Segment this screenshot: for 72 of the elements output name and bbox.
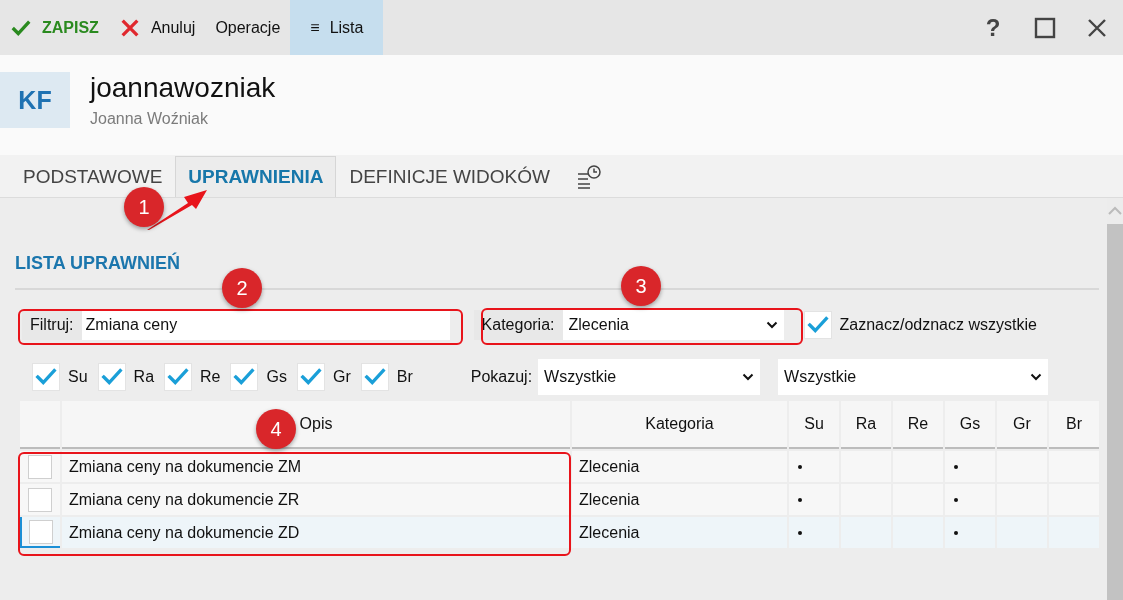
category-label: Kategoria: [473, 310, 563, 340]
column-header[interactable]: Re [893, 401, 943, 449]
full-name: Joanna Woźniak [90, 110, 209, 128]
checkbox-label: Gs [266, 368, 287, 386]
chevron-icon [765, 321, 778, 329]
tab[interactable]: UPRAWNIENIA [175, 156, 337, 197]
filter-label: Filtruj: [22, 310, 82, 340]
row-checkbox[interactable] [28, 454, 52, 479]
checkbox-label: Ra [133, 368, 155, 386]
list-button[interactable]: ≡ Lista [290, 0, 384, 55]
checkbox-label: Br [396, 368, 413, 386]
menu-icon: ≡ [310, 18, 320, 37]
save-button[interactable]: ZAPISZ [0, 0, 109, 55]
checkmark-icon [806, 314, 829, 336]
checkbox[interactable] [360, 363, 389, 391]
scrollbar-thumb[interactable] [1107, 224, 1123, 600]
scroll-up-icon[interactable] [1108, 206, 1122, 216]
operations-button[interactable]: Operacje [205, 0, 291, 55]
show-select[interactable]: Wszystkie [778, 359, 1049, 395]
avatar-initials: KF [0, 72, 70, 128]
category-select[interactable]: Zlecenia [562, 310, 784, 340]
username: joannawozniak [90, 72, 276, 104]
row-checkbox[interactable] [29, 519, 53, 544]
checkbox-label: Su [68, 368, 88, 386]
help-button[interactable]: ? [967, 0, 1019, 55]
checkbox[interactable] [32, 363, 60, 391]
filter-field[interactable]: Zmiana ceny [81, 310, 450, 340]
checkbox[interactable] [296, 363, 325, 391]
header-cell [20, 401, 60, 449]
checkbox[interactable] [97, 363, 126, 391]
table-cell: Zlecenia [572, 451, 787, 482]
table-cell: Zmiana ceny na dokumencie ZM [62, 451, 570, 482]
permission-dot [798, 464, 802, 469]
column-header[interactable]: Gr [997, 401, 1047, 449]
column-header[interactable]: Br [1049, 401, 1099, 449]
history-icon [576, 164, 602, 190]
table-cell: Zmiana ceny na dokumencie ZR [62, 484, 570, 515]
select-all-checkbox[interactable] [803, 311, 832, 339]
permission-dot [954, 464, 958, 469]
tab[interactable]: DEFINICJE WIDOKÓW [336, 156, 563, 197]
chevron-icon [742, 373, 755, 381]
permission-dot [798, 497, 802, 502]
cancel-button[interactable]: Anuluj [108, 0, 206, 55]
table-cell: Zmiana ceny na dokumencie ZD [62, 517, 570, 548]
checkbox[interactable] [164, 363, 193, 391]
checkmark-icon [299, 366, 322, 388]
show-label: Pokazuj: [470, 368, 533, 386]
checkmark-icon [100, 366, 123, 388]
table-cell: Zlecenia [572, 517, 787, 548]
checkbox-label: Gr [332, 368, 351, 386]
checkmark-icon [35, 366, 57, 388]
checkmark-icon [167, 366, 190, 388]
checkbox-label: Re [200, 368, 221, 386]
close-icon [1086, 16, 1108, 39]
callout-badge: 2 [222, 268, 262, 308]
row-checkbox[interactable] [28, 487, 52, 512]
column-header[interactable]: Kategoria [572, 401, 787, 449]
show-select[interactable]: Wszystkie [538, 359, 761, 395]
checkmark-icon [363, 366, 386, 388]
column-header[interactable]: Ra [841, 401, 891, 449]
callout-badge: 3 [621, 266, 661, 306]
checkbox-label: Zaznacz/odznacz wszystkie [839, 316, 1037, 334]
column-header[interactable]: Su [789, 401, 839, 449]
checkmark-icon [233, 366, 256, 388]
column-header[interactable]: Gs [945, 401, 995, 449]
permission-dot [798, 530, 802, 535]
permission-dot [954, 497, 958, 502]
maximize-icon [1034, 16, 1056, 39]
table-cell: Zlecenia [572, 484, 787, 515]
checkbox[interactable] [230, 363, 259, 391]
permission-dot [954, 530, 958, 535]
chevron-icon [1030, 373, 1043, 381]
